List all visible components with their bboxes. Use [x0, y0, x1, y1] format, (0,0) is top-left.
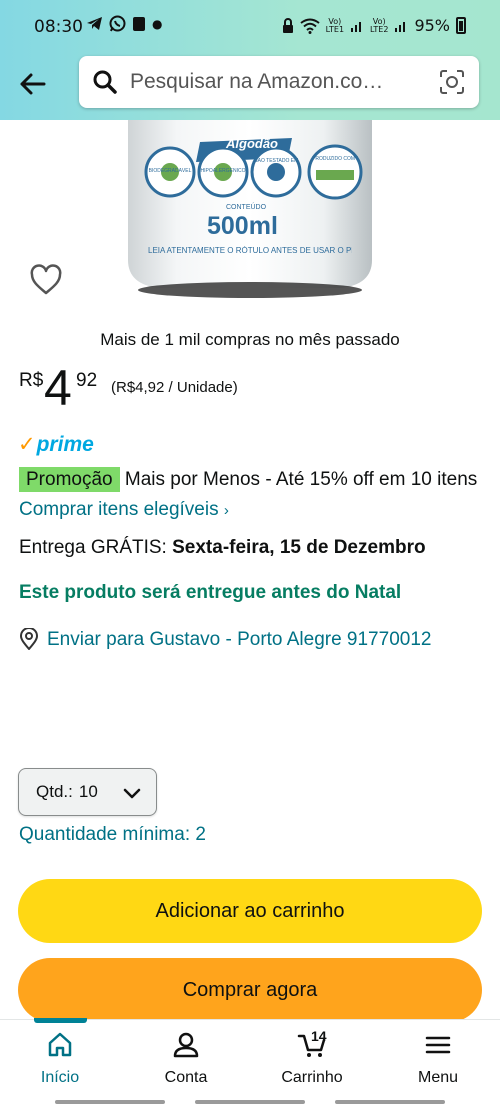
dot-icon: ● — [152, 16, 163, 31]
hamburger-menu-icon — [425, 1036, 451, 1054]
nav-cart[interactable]: 14 Carrinho — [267, 1028, 357, 1087]
status-time: 08:30 — [34, 17, 83, 37]
wifi-icon — [300, 18, 320, 34]
gesture-bar-right — [335, 1100, 445, 1104]
chevron-right-icon: › — [223, 502, 229, 519]
heart-icon[interactable] — [29, 264, 63, 296]
badge-not-tested: NÃO TESTADO EM ANIMAIS — [254, 158, 298, 164]
badge-organic: PRODUZIDO COM ÁLCOOL ORGÂNICO — [312, 156, 358, 162]
lte-1: LTE1 — [325, 24, 345, 34]
prime-check-icon: ✓ — [18, 433, 36, 456]
nav-cart-label: Carrinho — [281, 1069, 343, 1086]
delivery-prefix: Entrega GRÁTIS: — [19, 537, 167, 558]
label-algodao: Algodão — [226, 136, 278, 151]
battery-percent: 95% — [414, 16, 450, 35]
search-input[interactable]: Pesquisar na Amazon.co… — [79, 56, 479, 108]
bottom-navigation: Início Conta 14 Carrinho Menu — [0, 1018, 500, 1111]
unit-price: (R$4,92 / Unidade) — [111, 379, 238, 396]
product-image[interactable]: Algodão CONTEÚDO 500ml LEIA ATENTAMENTE … — [0, 120, 500, 320]
chevron-down-icon — [123, 788, 141, 799]
price-whole: 4 — [44, 360, 72, 416]
buy-now-button[interactable]: Comprar agora — [18, 958, 482, 1022]
home-icon — [48, 1032, 72, 1057]
promo-text: Mais por Menos - Até 15% off em 10 itens — [124, 469, 478, 490]
camera-scan-icon[interactable] — [439, 69, 465, 95]
status-bar: 08:30 ● Vo) LTE1 Vo) LTE2 95% — [0, 0, 500, 56]
delivery-date: Sexta-feira, 15 de Dezembro — [172, 537, 426, 558]
lte1-label: Vo) LTE1 — [325, 17, 345, 34]
system-icons: Vo) LTE1 Vo) LTE2 95% — [282, 16, 466, 35]
notification-icons: ● — [86, 15, 162, 32]
cart-count: 14 — [311, 1028, 327, 1044]
nav-menu-label: Menu — [417, 1069, 459, 1086]
nav-account[interactable]: Conta — [141, 1030, 231, 1087]
quantity-value: 10 — [78, 782, 98, 801]
price-symbol: R$ — [19, 370, 44, 391]
search-placeholder: Pesquisar na Amazon.co… — [130, 70, 384, 93]
price-fraction: 92 — [76, 370, 98, 391]
nav-menu[interactable]: Menu — [393, 1030, 483, 1087]
signal-1-icon — [351, 21, 362, 32]
active-tab-indicator — [34, 1018, 87, 1023]
quantity-select[interactable]: Qtd.: 10 — [18, 768, 157, 816]
location-text: Enviar para Gustavo - Porto Alegre 91770… — [47, 629, 432, 650]
eligible-items-label: Comprar itens elegíveis — [19, 499, 219, 520]
prime-badge: ✓prime — [18, 432, 94, 457]
add-to-cart-button[interactable]: Adicionar ao carrinho — [18, 879, 482, 943]
promo-badge: Promoção — [19, 467, 120, 492]
minimum-quantity: Quantidade mínima: 2 — [19, 824, 206, 845]
eligible-items-link[interactable]: Comprar itens elegíveis › — [19, 499, 229, 520]
prime-label: prime — [36, 433, 94, 456]
nav-home-label: Início — [40, 1069, 80, 1086]
search-icon — [93, 70, 117, 94]
app-notification-icon — [133, 16, 145, 31]
quantity-label: Qtd.: — [36, 782, 73, 801]
lte-2: LTE2 — [370, 24, 389, 34]
user-icon — [173, 1032, 199, 1058]
nav-home[interactable]: Início — [15, 1030, 105, 1087]
telegram-icon — [87, 17, 102, 30]
search-header: Pesquisar na Amazon.co… — [0, 56, 500, 120]
badge-hypoallergenic: HIPOALERGÊNICO — [200, 168, 246, 174]
promotion: Promoção Mais por Menos - Até 15% off em… — [19, 465, 479, 526]
battery-icon — [456, 17, 466, 34]
delivery-info: Entrega GRÁTIS: Sexta-feira, 15 de Dezem… — [19, 537, 426, 559]
label-volume: 500ml — [207, 212, 278, 240]
signal-2-icon — [395, 21, 406, 32]
lock-icon — [282, 17, 293, 33]
lte2-label: Vo) LTE2 — [370, 17, 389, 34]
monthly-purchases: Mais de 1 mil compras no mês passado — [100, 330, 400, 349]
christmas-notice: Este produto será entregue antes do Nata… — [19, 582, 402, 603]
label-conteudo: CONTEÚDO — [226, 204, 267, 211]
badge-biodegradable: BIODEGRADÁVEL — [148, 168, 192, 174]
location-pin-icon — [19, 628, 39, 650]
arrow-left-icon — [20, 73, 46, 95]
whatsapp-icon — [109, 15, 126, 32]
gesture-bar-left — [55, 1100, 165, 1104]
gesture-bar-center — [195, 1100, 305, 1104]
nav-account-label: Conta — [164, 1069, 208, 1086]
back-button[interactable] — [12, 64, 52, 104]
label-warning: LEIA ATENTAMENTE O RÓTULO ANTES DE USAR … — [148, 246, 352, 255]
